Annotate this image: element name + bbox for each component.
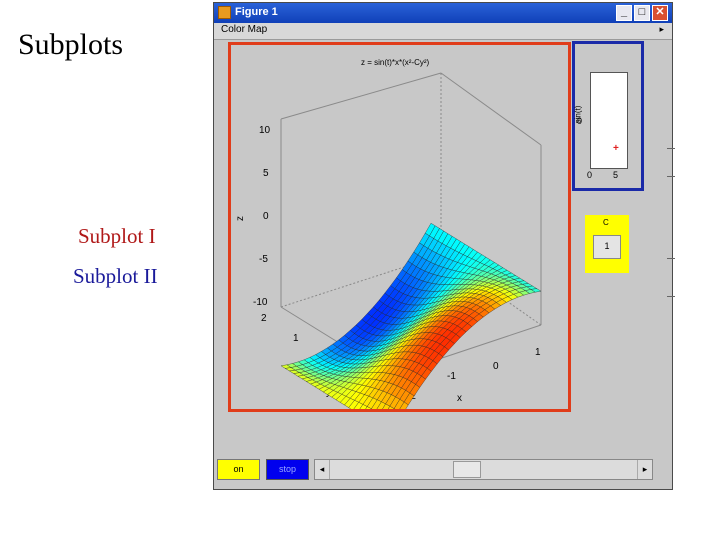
- window-edge-mark: [667, 176, 675, 177]
- surface-mesh: [280, 222, 542, 409]
- menu-bar: Color Map ▸: [214, 23, 672, 40]
- subplot-2-label: Subplot II: [73, 264, 158, 288]
- subplot-2-ytick: 0: [577, 116, 583, 126]
- window-title: Figure 1: [235, 6, 278, 18]
- y-tick: 1: [293, 333, 299, 344]
- control-panel-label: C: [603, 218, 609, 227]
- value-edit-box[interactable]: 1: [593, 235, 621, 259]
- surface-title: z = sin(t)*x*(x²-Cy²): [361, 58, 430, 67]
- window-edge-mark: [667, 258, 675, 259]
- slider-thumb[interactable]: [453, 461, 481, 478]
- z-tick: 0: [263, 211, 269, 222]
- x-tick: 0: [493, 361, 499, 372]
- y-tick: 2: [261, 313, 267, 324]
- scroll-right-icon[interactable]: ▸: [637, 460, 652, 479]
- x-tick: -1: [447, 371, 456, 382]
- minimize-button[interactable]: _: [616, 5, 632, 21]
- z-tick: -5: [259, 254, 268, 265]
- plus-marker-icon: +: [613, 143, 619, 154]
- stop-button[interactable]: stop: [266, 459, 309, 480]
- matlab-figure-icon: [218, 6, 231, 19]
- x-axis-label: x: [457, 393, 462, 404]
- subplot-2-xtick: 5: [613, 170, 619, 180]
- subplot-2-line[interactable]: sin(t) 0 + 0 5: [572, 41, 644, 191]
- slide-title: Subplots: [18, 28, 124, 61]
- z-tick: -10: [253, 297, 268, 308]
- close-button[interactable]: ✕: [652, 5, 668, 21]
- z-tick: 5: [263, 168, 269, 179]
- window-edge-mark: [667, 296, 675, 297]
- surface-plot: z = sin(t)*x*(x²-Cy²) z y x 10 5 0 -5 -1…: [235, 58, 542, 409]
- subplot-2-xtick: 0: [587, 170, 593, 180]
- subplot-1-label: Subplot I: [78, 224, 156, 248]
- subplot-2-axes: [590, 72, 628, 169]
- window-edge-mark: [667, 148, 675, 149]
- horizontal-slider[interactable]: ◂ ▸: [314, 459, 653, 480]
- scroll-left-icon[interactable]: ◂: [315, 460, 330, 479]
- subplot-1-surface[interactable]: z = sin(t)*x*(x²-Cy²) z y x 10 5 0 -5 -1…: [228, 42, 571, 412]
- z-axis-label: z: [235, 216, 246, 221]
- control-panel: C 1: [585, 215, 629, 273]
- maximize-button[interactable]: □: [634, 5, 650, 21]
- on-button[interactable]: on: [217, 459, 260, 480]
- z-tick: 10: [259, 125, 271, 136]
- x-tick: 1: [535, 347, 541, 358]
- window-titlebar[interactable]: Figure 1 _ □ ✕: [214, 3, 672, 23]
- menu-color-map[interactable]: Color Map: [221, 24, 267, 35]
- chevron-right-icon[interactable]: ▸: [659, 24, 664, 35]
